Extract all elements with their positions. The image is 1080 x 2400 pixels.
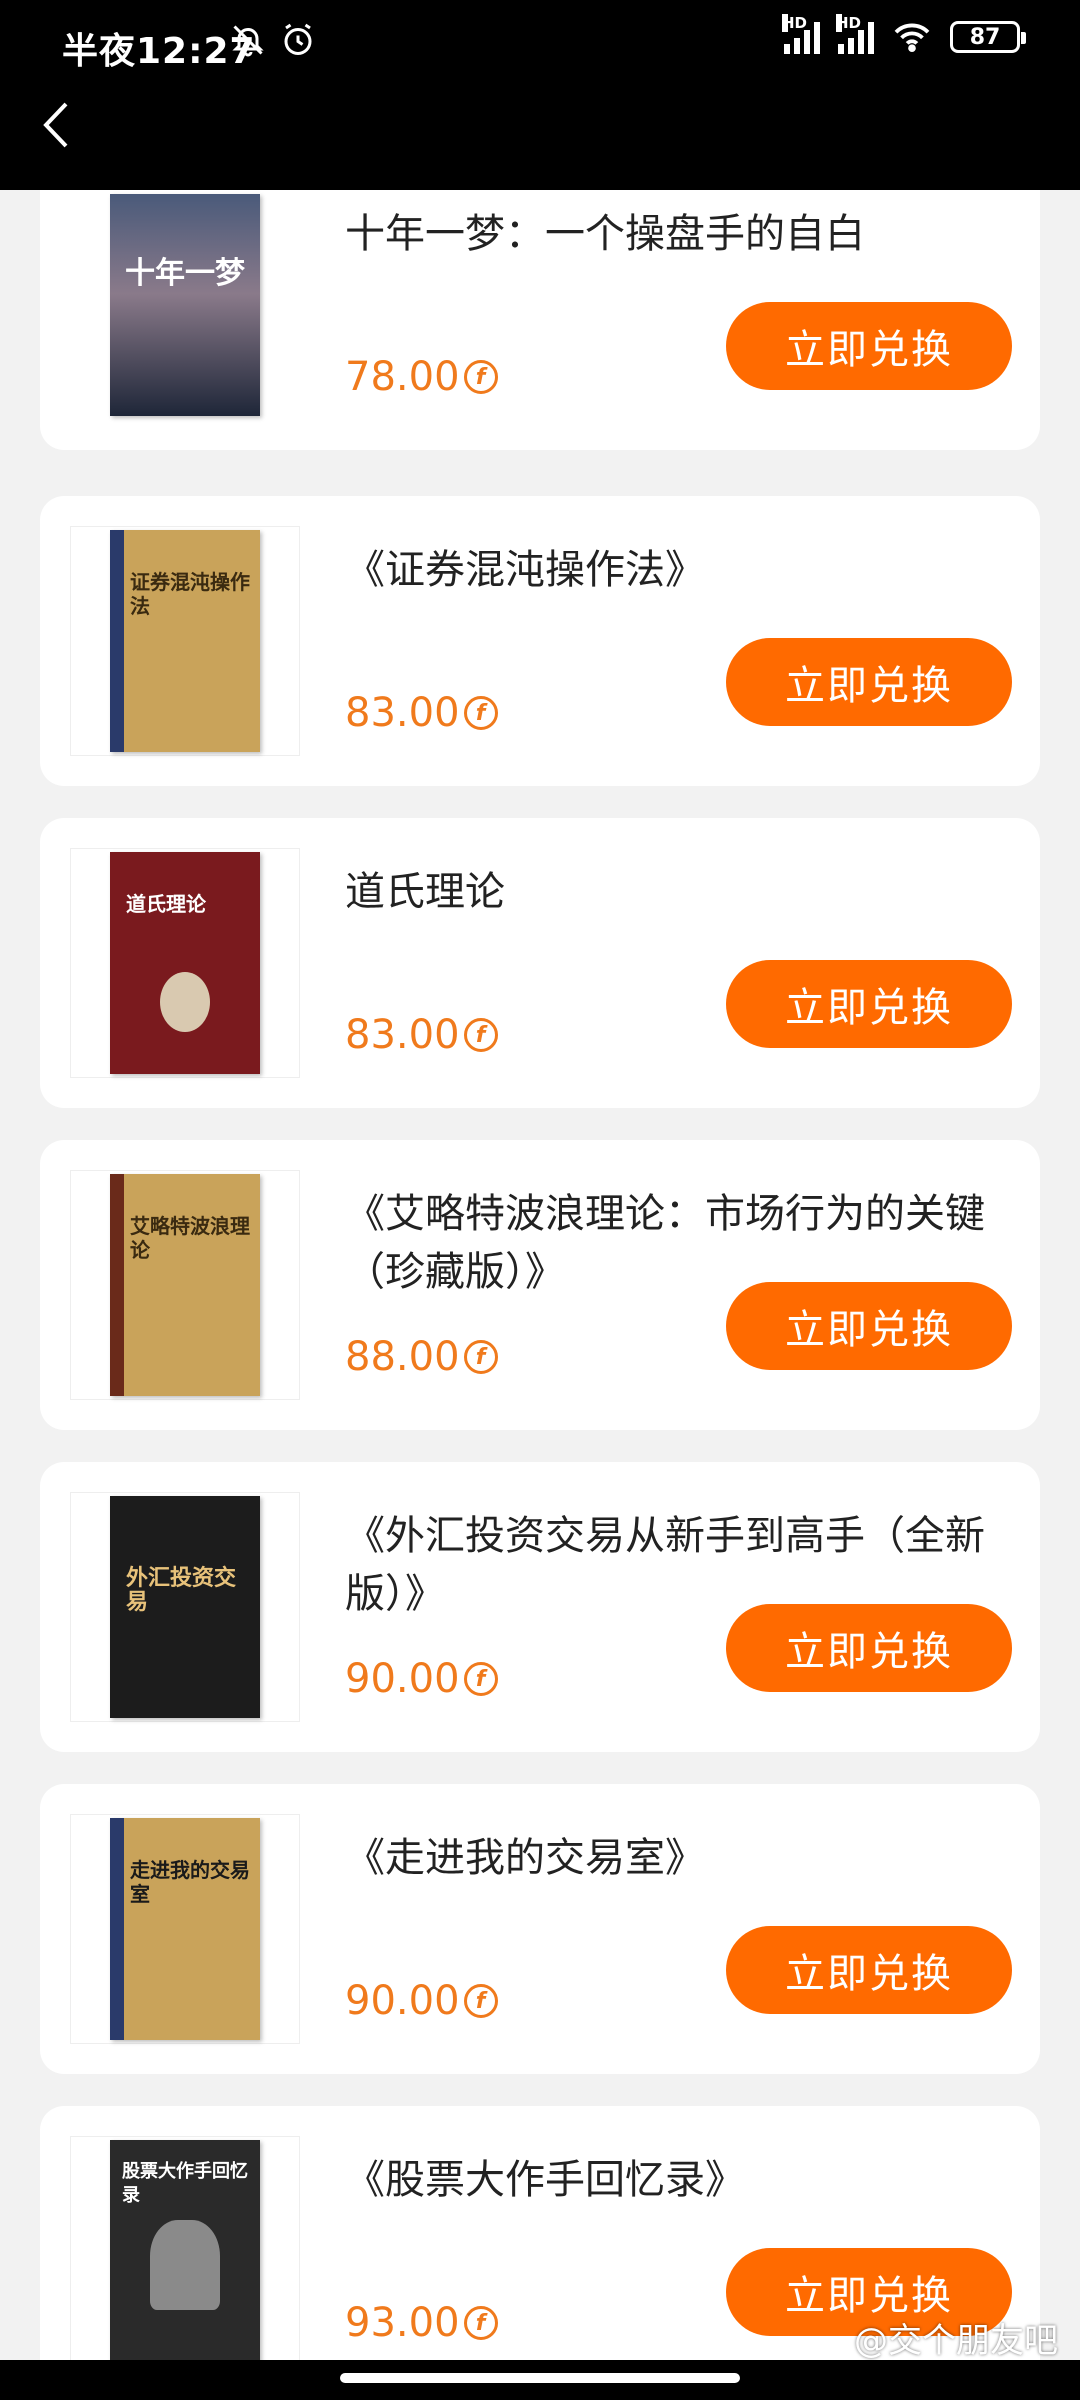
home-indicator [0,2360,1080,2400]
coin-icon: f [463,2306,498,2340]
book-cover[interactable]: 艾略特波浪理论 [70,1170,300,1400]
back-button[interactable] [30,95,80,155]
signal-label: HD [782,14,808,32]
cover-title: 外汇投资交易 [126,1565,237,1615]
book-cover[interactable]: 道氏理论 [70,848,300,1078]
item-price: 88.00 f [345,1334,498,1380]
price-value: 88.00 [345,1334,460,1380]
list-item[interactable]: 证券混沌操作法 《证券混沌操作法》 83.00 f 立即兑换 [40,496,1040,786]
signal-label: HD [836,14,862,32]
coin-icon: f [463,696,498,730]
status-time: 半夜12:27 [62,31,256,72]
redeem-button[interactable]: 立即兑换 [726,1604,1012,1692]
item-price: 78.00 f [345,354,498,400]
item-price: 93.00 f [345,2300,498,2346]
book-cover[interactable]: 证券混沌操作法 [70,526,300,756]
mute-bell-icon [232,25,264,57]
cover-title: 十年一梦 [125,256,245,291]
item-price: 90.00 f [345,1656,498,1702]
coin-icon: f [463,1984,498,2018]
list-item[interactable]: 道氏理论 道氏理论 83.00 f 立即兑换 [40,818,1040,1108]
item-title: 《走进我的交易室》 [345,1835,705,1881]
signal-icon: HD [836,14,874,54]
item-title: 《股票大作手回忆录》 [345,2157,745,2203]
cover-title: 艾略特波浪理论 [130,1214,250,1262]
item-title: 道氏理论 [345,869,505,915]
coin-icon: f [463,1340,498,1374]
list-item[interactable]: 艾略特波浪理论 《艾略特波浪理论：市场行为的关键（珍藏版）》 88.00 f 立… [40,1140,1040,1430]
book-cover[interactable]: 外汇投资交易 [70,1492,300,1722]
cover-title: 走进我的交易室 [130,1858,250,1906]
signal-icon: HD [782,14,820,54]
price-value: 90.00 [345,1656,460,1702]
list-item[interactable]: 外汇投资交易 《外汇投资交易从新手到高手（全新版）》 90.00 f 立即兑换 [40,1462,1040,1752]
coin-icon: f [463,360,498,394]
watermark: @交个朋友吧 [854,2321,1058,2361]
redeem-button[interactable]: 立即兑换 [726,638,1012,726]
battery-icon: 87 [950,21,1026,53]
item-title: 《证券混沌操作法》 [345,547,705,593]
price-value: 78.00 [345,354,460,400]
price-value: 90.00 [345,1978,460,2024]
wifi-icon [894,23,930,53]
alarm-icon [284,23,312,55]
price-value: 83.00 [345,690,460,736]
list-item[interactable]: 十年一梦 十年一梦：一个操盘手的自白 78.00 f 立即兑换 [40,160,1040,450]
status-icons [230,22,316,58]
price-value: 83.00 [345,1012,460,1058]
cover-title: 道氏理论 [126,892,206,916]
item-price: 83.00 f [345,690,498,736]
book-cover[interactable]: 十年一梦 [70,190,300,420]
item-title: 十年一梦：一个操盘手的自白 [345,211,865,257]
list-item[interactable]: 走进我的交易室 《走进我的交易室》 90.00 f 立即兑换 [40,1784,1040,2074]
item-price: 90.00 f [345,1978,498,2024]
cover-title: 证券混沌操作法 [130,570,250,618]
price-value: 93.00 [345,2300,460,2346]
redeem-button[interactable]: 立即兑换 [726,1926,1012,2014]
redeem-button[interactable]: 立即兑换 [726,302,1012,390]
status-icons-right: HD HD 87 [782,14,1026,54]
chevron-left-icon [43,102,68,148]
item-price: 83.00 f [345,1012,498,1058]
cover-title: 股票大作手回忆录 [122,2161,248,2206]
coin-icon: f [463,1662,498,1696]
book-cover[interactable]: 走进我的交易室 [70,1814,300,2044]
redeem-button[interactable]: 立即兑换 [726,960,1012,1048]
coin-icon: f [463,1018,498,1052]
redeem-button[interactable]: 立即兑换 [726,1282,1012,1370]
top-bar: 半夜12:27 HD HD 87 [0,0,1080,190]
book-cover[interactable]: 股票大作手回忆录 [70,2136,300,2366]
